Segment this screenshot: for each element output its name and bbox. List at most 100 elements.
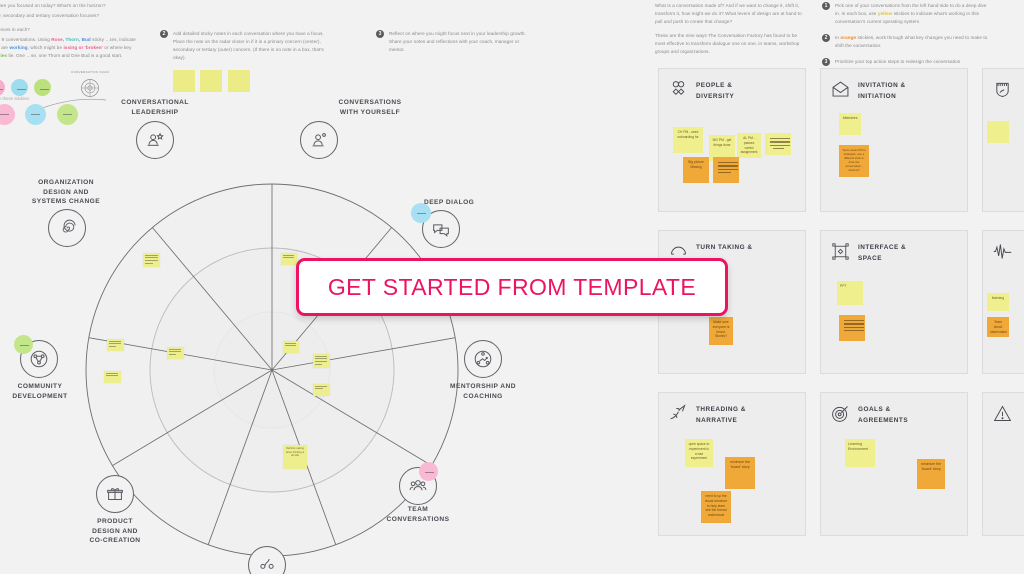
radar-svg [85, 183, 459, 557]
card-sticky[interactable] [839, 315, 865, 341]
radar-note-6[interactable] [313, 354, 330, 368]
card-sticky[interactable]: Attendees [839, 113, 861, 135]
right-step-3-number: 3 [822, 58, 830, 67]
label-organization-design-and-systems-change: ORGANIZATION DESIGN AND SYSTEMS CHANGE [31, 179, 101, 206]
card-people-diversity[interactable]: PEOPLE & DIVERSITY CH PM - used onboardin… [658, 68, 806, 212]
card-sticky[interactable]: minimize the 'board' story [725, 457, 755, 489]
rose-word: Rose, [51, 37, 65, 42]
spiral-icon [48, 209, 86, 247]
card-partial-right-3[interactable] [982, 392, 1024, 536]
card-header: PEOPLE & DIVERSITY [659, 69, 805, 102]
sticky-dot-green-community[interactable] [14, 335, 33, 354]
card-partial-right-2[interactable]: listening Team check observation [982, 230, 1024, 374]
card-interface-space[interactable]: INTERFACE & SPACE PPT [820, 230, 968, 374]
hand-shield-icon [992, 79, 1013, 100]
card-sticky[interactable]: PPT [837, 281, 863, 305]
radar-note-9[interactable]: Rethink making when thinking is circular [283, 445, 307, 469]
card-goals-agreements[interactable]: GOALS & AGREEMENTS Learning Environment m… [820, 392, 968, 536]
radar-note-3[interactable] [104, 371, 121, 383]
thread-needle-icon [668, 403, 689, 424]
missing-word: issing or 'broken' [63, 45, 103, 51]
opportunities-word: opportunities [0, 53, 8, 59]
target-icon [830, 403, 851, 424]
cta-label: GET STARTED FROM TEMPLATE [327, 273, 697, 300]
interface-frame-icon [830, 241, 851, 262]
right-step-2-pre: In [835, 35, 839, 41]
card-sticky[interactable] [765, 133, 791, 155]
card-sticky[interactable]: CH PM - used onboarding for [673, 127, 703, 153]
radar-note-2[interactable] [107, 339, 124, 351]
card-sticky[interactable] [987, 121, 1009, 143]
get-started-from-template-button[interactable]: GET STARTED FROM TEMPLATE [296, 258, 728, 316]
label-product-design-and-co-creation: PRODUCT DESIGN AND CO-CREATION [89, 518, 141, 545]
step1-mid: sticky [92, 37, 105, 42]
card-header [983, 231, 1024, 262]
card-title: TURN TAKING & [696, 244, 753, 251]
step-2-text: Add detailed sticky notes in each conver… [173, 31, 324, 61]
card-sticky[interactable]: minimize the 'board' story [917, 459, 945, 489]
right-step-2-number: 2 [822, 34, 830, 43]
sticky-dot-pink-team[interactable] [419, 462, 438, 481]
card-sticky[interactable]: Big picture Missing [683, 157, 709, 183]
card-title: INVITATION & INITIATION [858, 82, 906, 100]
step-1-left: …alk through the 9 conversations. Using … [0, 36, 140, 60]
card-sticky[interactable]: listening [987, 293, 1009, 311]
step-2-number: 2 [160, 30, 168, 38]
radar-note-4[interactable] [167, 347, 184, 359]
card-sticky[interactable]: Learning Environment [845, 439, 875, 467]
radar-note-8[interactable] [281, 253, 297, 265]
gift-box-icon [96, 475, 134, 513]
card-title: THREADING & NARRATIVE [696, 406, 746, 424]
people-diversity-icon [668, 79, 689, 100]
card-sticky[interactable]: Team needs PM to strategize, use a diffe… [839, 145, 869, 177]
card-header: INVITATION & INITIATION [821, 69, 967, 102]
card-sticky[interactable]: AL PM - passes varied assignment [737, 133, 761, 158]
thorn-word: Thorn, [65, 37, 81, 42]
conversation-radar: Rethink making when thinking is circular… [0, 85, 620, 574]
warning-triangle-icon [992, 403, 1013, 424]
intro-questions: …conversations are you focused on today?… [0, 2, 132, 39]
right-step-3: 3 Prioritize your top action steps to re… [822, 58, 992, 67]
card-threading-narrative[interactable]: THREADING & NARRATIVE open space to exper… [658, 392, 806, 536]
intro-q2: …re your primary, secondary and tertiary… [0, 13, 100, 19]
step1-l2post: , which might be [27, 45, 63, 51]
network-arrow-icon [464, 340, 502, 378]
intro-q1: …conversations are you focused on today?… [0, 3, 106, 8]
right-intro-p1: What is a conversation made of? And if w… [655, 3, 802, 25]
sound-wave-icon [992, 241, 1013, 262]
working-word: working [9, 45, 28, 51]
step-3-block: 3 Reflect on where you might focus next … [376, 30, 534, 62]
card-header: GOALS & AGREEMENTS [821, 393, 967, 426]
step-3-text: Reflect on where you might focus next in… [389, 31, 526, 53]
radar-note-5[interactable] [283, 341, 299, 353]
label-community-development: COMMUNITY DEVELOPMENT [12, 383, 68, 400]
right-step-1: 1 Pick one of your conversations from th… [822, 2, 992, 26]
right-intro-p2: These are the nine ways The Conversation… [655, 33, 800, 55]
card-header: THREADING & NARRATIVE [659, 393, 805, 426]
card-invitation-initiation[interactable]: INVITATION & INITIATION Attendees Team ne… [820, 68, 968, 212]
right-step-2: 2 In orange stickies, work through what … [822, 34, 992, 50]
intro-q3: …re your experiences in each? [0, 27, 30, 33]
card-sticky[interactable]: Team check observation [987, 317, 1009, 337]
label-mentorship-and-coaching: MENTORSHIP AND COACHING [450, 383, 516, 400]
card-sticky[interactable]: need to up the visual structure to help … [701, 491, 731, 523]
card-title: PEOPLE & DIVERSITY [696, 82, 735, 100]
step1-pre: …alk through the 9 conversations. Using [0, 37, 50, 42]
radar-note-1[interactable] [143, 253, 160, 267]
orange-word: orange [840, 35, 857, 41]
sticky-dot-blue-deep-dialog[interactable] [411, 203, 431, 223]
card-sticky[interactable]: Make sure everyone is heard. Stories? [709, 317, 733, 345]
card-header [983, 69, 1024, 100]
label-conversations-with-yourself: CONVERSATIONS WITH YOURSELF [338, 99, 402, 116]
yellow-word: yellow [877, 11, 893, 17]
card-sticky[interactable] [713, 157, 739, 183]
label-conversational-leadership: CONVERSATIONAL LEADERSHIP [121, 99, 189, 116]
right-step-3-pre: Prioritize your top action steps to rede… [835, 59, 961, 65]
card-sticky[interactable]: open space to experiment is a bad experi… [685, 439, 713, 467]
card-title: INTERFACE & SPACE [858, 244, 907, 262]
right-step-1-number: 1 [822, 2, 830, 10]
right-steps: 1 Pick one of your conversations from th… [822, 2, 992, 74]
radar-note-7[interactable] [313, 384, 330, 396]
card-partial-right-1[interactable] [982, 68, 1024, 212]
label-team-conversations: TEAM CONVERSATIONS [386, 506, 450, 523]
